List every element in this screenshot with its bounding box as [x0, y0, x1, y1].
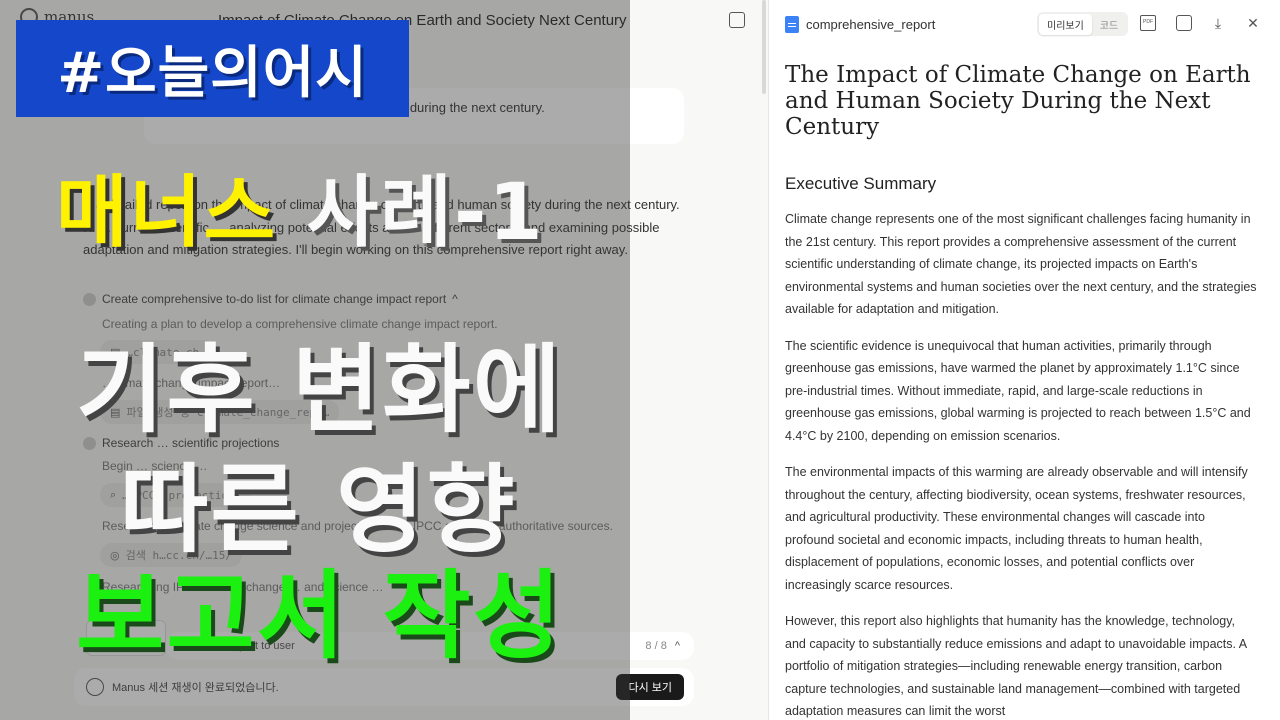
overlay-line-4: 보고서 작성 [76, 560, 564, 672]
tab-code[interactable]: 코드 [1092, 14, 1126, 35]
paragraph: However, this report also highlights tha… [785, 614, 1247, 718]
download-icon[interactable]: ⤓ [1210, 15, 1226, 31]
overlay-line-2: 기후 변화에 [76, 334, 564, 446]
document-header: comprehensive_report [769, 0, 1280, 48]
paragraph: The environmental impacts of this warmin… [785, 465, 1248, 592]
view-toggle: 미리보기 코드 [1037, 12, 1129, 36]
document-panel: comprehensive_report 미리보기 코드 PDF ⤓ ✕ The… [768, 0, 1280, 720]
document-icon [785, 15, 799, 33]
document-body: The Impact of Climate Change on Earth an… [785, 62, 1257, 720]
copy-icon[interactable] [1176, 15, 1192, 31]
hashtag-banner: #오늘의어시 [16, 20, 409, 117]
paragraph: The scientific evidence is unequivocal t… [785, 338, 1251, 443]
overlay-highlight: 매너스 [56, 168, 278, 258]
overlay-line-1-rest: 사례-1 [306, 168, 545, 258]
progress-count: 8 / 8 [645, 640, 667, 652]
section-heading: Executive Summary [785, 174, 937, 193]
chevron-up-icon[interactable]: ^ [675, 640, 680, 652]
paragraph: Climate change represents one of the mos… [785, 212, 1257, 316]
document-filename: comprehensive_report [806, 16, 936, 32]
tab-preview[interactable]: 미리보기 [1039, 13, 1092, 35]
share-icon[interactable] [729, 12, 745, 28]
pdf-icon[interactable]: PDF [1140, 15, 1156, 31]
overlay-line-1: 매너스 사례-1 [56, 150, 545, 262]
close-icon[interactable]: ✕ [1245, 15, 1261, 31]
scrollbar[interactable] [762, 0, 766, 94]
document-title: The Impact of Climate Change on Earth an… [785, 62, 1251, 140]
hashtag-text: #오늘의어시 [57, 41, 368, 106]
